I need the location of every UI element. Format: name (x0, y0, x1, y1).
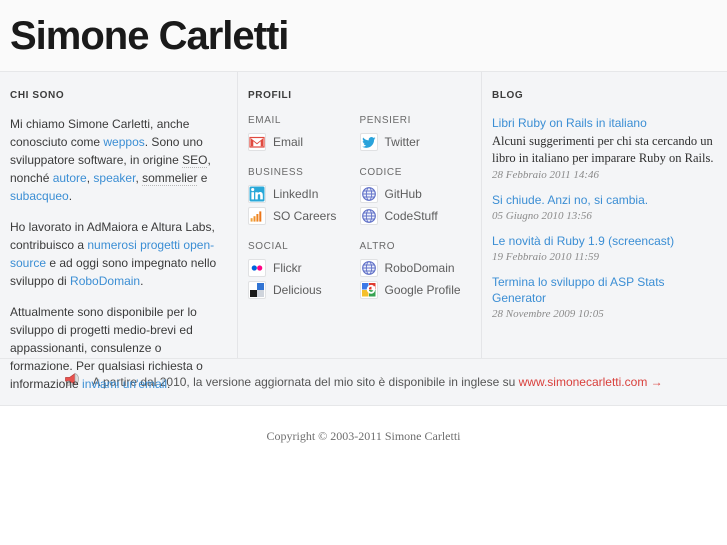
page-title: Simone Carletti (10, 13, 289, 58)
blog-post: Termina lo sviluppo di ASP Stats Generat… (492, 274, 717, 320)
profile-group-email: EMAIL Email (248, 115, 360, 155)
profile-item-linkedin[interactable]: LinkedIn (248, 185, 360, 203)
profile-item-label[interactable]: Google Profile (385, 281, 461, 299)
blog-post-title[interactable]: Le novità di Ruby 1.9 (screencast) (492, 233, 717, 249)
about-paragraph-3: Attualmente sono disponibile per lo svil… (10, 303, 227, 393)
link-weppos[interactable]: weppos (103, 135, 144, 149)
link-subacqueo[interactable]: subacqueo (10, 189, 69, 203)
profile-item-label[interactable]: Delicious (273, 281, 322, 299)
blog-post: Libri Ruby on Rails in italiano Alcuni su… (492, 115, 717, 181)
blog-post-date: 28 Novembre 2009 10:05 (492, 308, 604, 320)
about-text: e (197, 171, 208, 185)
profile-group-title: ALTRO (359, 241, 396, 252)
profile-group-title: PENSIERI (359, 115, 411, 126)
globe-icon (359, 207, 378, 225)
blog-post-title[interactable]: Si chiude. Anzi no, si cambia. (492, 192, 717, 208)
blog-post-date: 19 Febbraio 2010 11:59 (492, 251, 600, 263)
about-body: Mi chiamo Simone Carletti, anche conosci… (10, 115, 227, 393)
profile-item-label[interactable]: LinkedIn (273, 185, 318, 203)
flickr-icon (248, 259, 266, 277)
blog-post-title[interactable]: Libri Ruby on Rails in italiano (492, 115, 717, 131)
profile-item-label[interactable]: Flickr (273, 259, 302, 277)
gmail-icon (248, 133, 266, 151)
profile-item-label[interactable]: RoboDomain (385, 259, 455, 277)
column-blog: BLOG Libri Ruby on Rails in italiano Alcu… (481, 72, 727, 358)
profile-item-label[interactable]: SO Careers (273, 207, 336, 225)
blog-post-date: 05 Giugno 2010 13:56 (492, 210, 592, 222)
blog-post-title[interactable]: Termina lo sviluppo di ASP Stats Generat… (492, 274, 717, 306)
profile-group-title: EMAIL (248, 115, 282, 126)
twitter-icon (359, 133, 378, 151)
about-paragraph-2: Ho lavorato in AdMaiora e Altura Labs, c… (10, 218, 227, 290)
profile-group-title: SOCIAL (248, 241, 289, 252)
profile-group-social: SOCIAL Flickr Delicious (248, 241, 360, 303)
link-send-email[interactable]: inviami un'email (82, 377, 167, 391)
profile-item-label[interactable]: CodeStuff (385, 207, 438, 225)
site-header: Simone Carletti (0, 0, 727, 72)
profile-item-github[interactable]: GitHub (359, 185, 472, 203)
profiles-grid: EMAIL Email PENSIERI Twitter BUSINESS LinkedI… (248, 115, 471, 315)
globe-icon (359, 185, 378, 203)
profile-item-email[interactable]: Email (248, 133, 360, 151)
profile-group-pensieri: PENSIERI Twitter (359, 115, 472, 155)
profile-item-codestuff[interactable]: CodeStuff (359, 207, 472, 225)
profile-item-label[interactable]: GitHub (385, 185, 422, 203)
profile-item-robodomain[interactable]: RoboDomain (359, 259, 472, 277)
blog-heading: BLOG (492, 90, 524, 101)
profile-group-codice: CODICE GitHub CodeStuff (359, 167, 472, 229)
about-paragraph-1: Mi chiamo Simone Carletti, anche conosci… (10, 115, 227, 205)
profile-group-business: BUSINESS LinkedIn SO Careers (248, 167, 360, 229)
about-text: . (68, 189, 73, 203)
profile-item-flickr[interactable]: Flickr (248, 259, 360, 277)
blog-post-date: 28 Febbraio 2011 14:46 (492, 169, 600, 181)
abbr-sommelier: sommelier (142, 171, 198, 186)
stackoverflow-careers-icon (248, 207, 266, 225)
profiles-heading: PROFILI (248, 90, 292, 101)
profile-item-delicious[interactable]: Delicious (248, 281, 360, 299)
about-text: . (167, 377, 171, 391)
delicious-icon (248, 281, 266, 299)
google-icon (359, 281, 378, 299)
blog-post-excerpt: Alcuni suggerimenti per chi sta cercando… (492, 134, 714, 165)
blog-post: Si chiude. Anzi no, si cambia. 05 Giugno … (492, 192, 717, 222)
link-robodomain[interactable]: RoboDomain (70, 274, 140, 288)
notice-link[interactable]: www.simonecarletti.com → (519, 375, 663, 389)
column-profiles: PROFILI EMAIL Email PENSIERI Twitter BUSINES… (237, 72, 481, 358)
main-content: CHI SONO Mi chiamo Simone Carletti, anch… (0, 72, 727, 391)
column-about: CHI SONO Mi chiamo Simone Carletti, anch… (0, 72, 237, 391)
profile-item-label[interactable]: Twitter (385, 133, 420, 151)
profile-group-title: CODICE (359, 167, 402, 178)
link-speaker[interactable]: speaker (93, 171, 135, 185)
globe-icon (359, 259, 378, 277)
blog-list: Libri Ruby on Rails in italiano Alcuni su… (492, 115, 717, 320)
profile-item-label[interactable]: Email (273, 133, 303, 151)
profile-item-google-profile[interactable]: Google Profile (359, 281, 472, 299)
abbr-seo: SEO (182, 153, 208, 168)
link-autore[interactable]: autore (53, 171, 87, 185)
profile-item-so-careers[interactable]: SO Careers (248, 207, 360, 225)
site-footer: Copyright © 2003-2011 Simone Carletti (0, 406, 727, 445)
copyright-text: Copyright © 2003-2011 Simone Carletti (266, 429, 461, 443)
about-text: . (140, 274, 144, 288)
blog-post: Le novità di Ruby 1.9 (screencast) 19 Feb… (492, 233, 717, 263)
about-heading: CHI SONO (10, 90, 65, 101)
profile-group-altro: ALTRO RoboDomain Google Profile (359, 241, 472, 303)
profile-item-twitter[interactable]: Twitter (359, 133, 472, 151)
profile-group-title: BUSINESS (248, 167, 304, 178)
linkedin-icon (248, 185, 266, 203)
